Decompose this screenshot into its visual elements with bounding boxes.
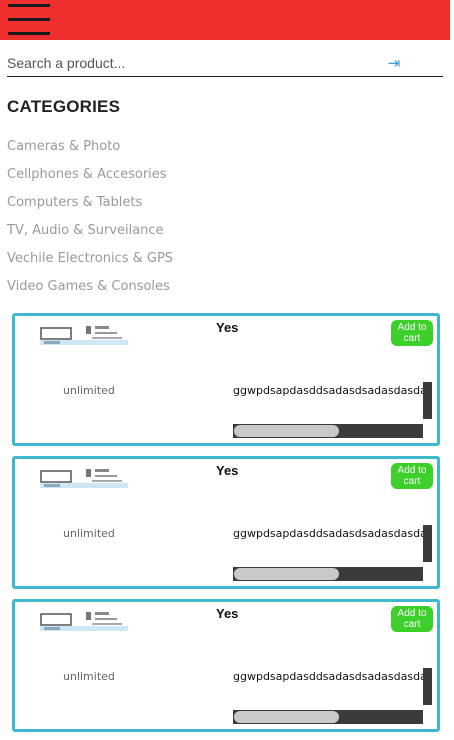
- category-item[interactable]: Cameras & Photo: [7, 136, 173, 164]
- vertical-scrollbar[interactable]: [423, 668, 432, 705]
- scrollbar-thumb[interactable]: [234, 425, 339, 437]
- stock-label: unlimited: [63, 384, 115, 397]
- horizontal-scrollbar[interactable]: [233, 710, 423, 724]
- description-text: ggwpdsapdasddsadasdsadasdasdasdasdasd: [233, 527, 432, 540]
- hamburger-icon[interactable]: [8, 4, 50, 35]
- arrow-right-to-bar-icon[interactable]: ⇥: [384, 53, 404, 73]
- search-input[interactable]: [7, 52, 367, 74]
- availability-label: Yes: [216, 606, 239, 621]
- category-item[interactable]: Vechile Electronics & GPS: [7, 248, 173, 276]
- search-bar: ⇥: [7, 52, 443, 77]
- description-box[interactable]: ggwpdsapdasddsadasdsadasdasdasdasdasd: [233, 668, 432, 710]
- availability-label: Yes: [216, 463, 239, 478]
- scrollbar-thumb[interactable]: [234, 568, 339, 580]
- product-thumbnail: [40, 469, 128, 488]
- horizontal-scrollbar[interactable]: [233, 424, 423, 438]
- vertical-scrollbar[interactable]: [423, 382, 432, 419]
- category-item[interactable]: Cellphones & Accesories: [7, 164, 173, 192]
- add-to-cart-button[interactable]: Add to cart: [391, 463, 433, 489]
- product-thumbnail: [40, 326, 128, 345]
- add-to-cart-button[interactable]: Add to cart: [391, 606, 433, 632]
- product-card[interactable]: Yes Add to cart unlimited ggwpdsapdasdds…: [12, 313, 440, 446]
- description-box[interactable]: ggwpdsapdasddsadasdsadasdasdasdasdasd: [233, 525, 432, 567]
- product-card[interactable]: Yes Add to cart unlimited ggwpdsapdasdds…: [12, 599, 440, 732]
- description-text: ggwpdsapdasddsadasdsadasdasdasdasdasd: [233, 384, 432, 397]
- product-card[interactable]: Yes Add to cart unlimited ggwpdsapdasdds…: [12, 456, 440, 589]
- vertical-scrollbar[interactable]: [423, 525, 432, 562]
- category-list: Cameras & Photo Cellphones & Accesories …: [7, 136, 173, 304]
- stock-label: unlimited: [63, 527, 115, 540]
- categories-title: CATEGORIES: [7, 97, 121, 116]
- top-bar: [0, 0, 450, 40]
- description-text: ggwpdsapdasddsadasdsadasdasdasdasdasd: [233, 670, 432, 683]
- stock-label: unlimited: [63, 670, 115, 683]
- horizontal-scrollbar[interactable]: [233, 567, 423, 581]
- availability-label: Yes: [216, 320, 239, 335]
- add-to-cart-button[interactable]: Add to cart: [391, 320, 433, 346]
- category-item[interactable]: Video Games & Consoles: [7, 276, 173, 304]
- category-item[interactable]: TV, Audio & Surveilance: [7, 220, 173, 248]
- description-box[interactable]: ggwpdsapdasddsadasdsadasdasdasdasdasd: [233, 382, 432, 424]
- scrollbar-thumb[interactable]: [234, 711, 339, 723]
- category-item[interactable]: Computers & Tablets: [7, 192, 173, 220]
- product-thumbnail: [40, 612, 128, 631]
